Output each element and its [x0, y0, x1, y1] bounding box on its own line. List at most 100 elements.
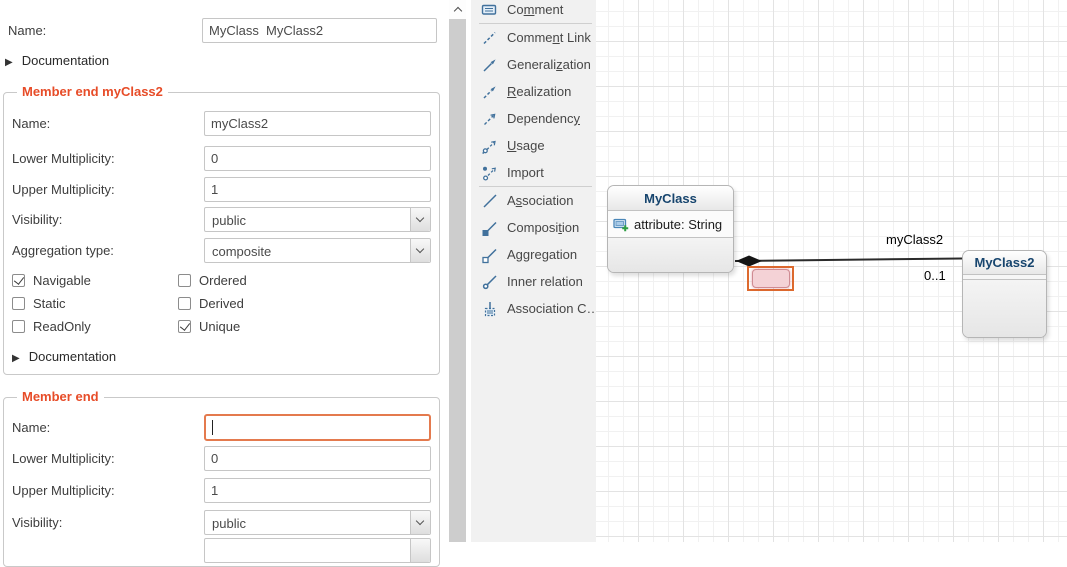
- dependency-icon: [481, 110, 499, 128]
- inner-relation-icon: [481, 273, 499, 291]
- diagram-canvas[interactable]: MyClass attribute: String MyClass2 myCla…: [596, 0, 1067, 542]
- dropdown-button[interactable]: [410, 208, 430, 231]
- scrollbar-thumb[interactable]: [449, 19, 466, 542]
- scroll-up-button[interactable]: [449, 0, 466, 19]
- triangle-right-icon: ▶: [5, 57, 13, 68]
- association-multiplicity-label[interactable]: 0..1: [924, 268, 946, 283]
- dropdown-button[interactable]: [410, 239, 430, 262]
- visibility-select[interactable]: public: [204, 207, 431, 232]
- palette-item-label: Usage: [507, 138, 545, 153]
- generalization-icon: [481, 56, 499, 74]
- documentation-toggle[interactable]: ▶ Documentation: [5, 53, 109, 68]
- operations-compartment: [608, 238, 733, 272]
- attribute-row[interactable]: attribute: String: [608, 211, 733, 238]
- add-attribute-icon: [613, 216, 630, 233]
- association-end-name-label[interactable]: myClass2: [886, 232, 943, 247]
- vertical-scrollbar[interactable]: [449, 0, 466, 542]
- name-label: Name:: [8, 23, 46, 38]
- checkbox-unchecked-icon[interactable]: [12, 297, 25, 310]
- palette-item-label: Import: [507, 165, 544, 180]
- palette-item-composition[interactable]: Composition: [471, 214, 596, 241]
- palette-item-label: Aggregation: [507, 247, 577, 262]
- checkbox-unchecked-icon[interactable]: [178, 274, 191, 287]
- composition-diamond: [736, 256, 762, 267]
- class-node-myclass2[interactable]: MyClass2: [962, 250, 1047, 338]
- palette-item-aggregation[interactable]: Aggregation: [471, 241, 596, 268]
- palette-item-association-c[interactable]: Association C…: [471, 295, 596, 322]
- palette-item-generalization[interactable]: Generalization: [471, 51, 596, 78]
- palette-item-usage[interactable]: Usage: [471, 132, 596, 159]
- palette-item-label: Comment: [507, 2, 563, 17]
- checkbox-readonly[interactable]: ReadOnly: [12, 319, 178, 333]
- checkbox-ordered[interactable]: Ordered: [178, 273, 247, 287]
- palette-item-dependency[interactable]: Dependency: [471, 105, 596, 132]
- palette-item-association[interactable]: Association: [471, 187, 596, 214]
- checkbox-grid: Navigable Ordered Static Derived ReadOnly Uni…: [12, 273, 247, 333]
- properties-panel: Name: ▶ Documentation Member end myClass2…: [0, 0, 449, 542]
- upper-multiplicity-input[interactable]: [204, 177, 431, 202]
- comment-icon: [481, 1, 499, 19]
- upper-multiplicity-label: Upper Multiplicity:: [12, 483, 115, 498]
- aggregation-icon: [481, 246, 499, 264]
- comment-link-icon: [481, 29, 499, 47]
- visibility-select[interactable]: public: [204, 510, 431, 535]
- checkbox-navigable[interactable]: Navigable: [12, 273, 178, 287]
- documentation-toggle[interactable]: ▶Documentation: [12, 349, 116, 364]
- class-title: MyClass: [608, 186, 733, 211]
- aggregation-type-label: Aggregation type:: [12, 243, 114, 258]
- checkbox-static[interactable]: Static: [12, 296, 178, 310]
- dropdown-button[interactable]: [410, 539, 430, 562]
- visibility-label: Visibility:: [12, 212, 62, 227]
- name-label: Name:: [12, 116, 50, 131]
- class-node-myclass[interactable]: MyClass attribute: String: [607, 185, 734, 273]
- checkbox-derived[interactable]: Derived: [178, 296, 247, 310]
- palette-item-label: Association: [507, 193, 573, 208]
- dropdown-button[interactable]: [410, 511, 430, 534]
- documentation-label: Documentation: [22, 53, 109, 68]
- palette-item-label: Dependency: [507, 111, 580, 126]
- palette-item-label: Realization: [507, 84, 571, 99]
- import-icon: [481, 164, 499, 182]
- chevron-down-icon: [416, 214, 424, 222]
- checkbox-label: ReadOnly: [33, 319, 91, 334]
- member-name-input[interactable]: [204, 111, 431, 136]
- palette-item-comment[interactable]: Comment: [471, 0, 596, 23]
- checkbox-label: Unique: [199, 319, 240, 334]
- name-input[interactable]: [202, 18, 437, 43]
- association-end-label-editor[interactable]: [752, 269, 790, 288]
- association-icon: [481, 192, 499, 210]
- palette-item-label: Association C…: [507, 301, 599, 316]
- class-title: MyClass2: [963, 251, 1046, 275]
- palette-item-inner-relation[interactable]: Inner relation: [471, 268, 596, 295]
- member-name-input-focused[interactable]: [204, 414, 431, 441]
- aggregation-type-select[interactable]: composite: [204, 238, 431, 263]
- checkbox-checked-icon[interactable]: [12, 274, 25, 287]
- checkbox-unique[interactable]: Unique: [178, 319, 247, 333]
- visibility-value: public: [212, 516, 246, 531]
- upper-multiplicity-input[interactable]: [204, 478, 431, 503]
- palette-item-label: Composition: [507, 220, 579, 235]
- palette-item-import[interactable]: Import: [471, 159, 596, 186]
- documentation-label: Documentation: [29, 349, 116, 364]
- checkbox-unchecked-icon[interactable]: [178, 297, 191, 310]
- checkbox-unchecked-icon[interactable]: [12, 320, 25, 333]
- attribute-label: attribute: String: [634, 217, 722, 232]
- chevron-up-icon: [453, 7, 461, 15]
- chevron-down-icon: [416, 245, 424, 253]
- palette-item-realization[interactable]: Realization: [471, 78, 596, 105]
- section-legend: Member end myClass2: [17, 84, 168, 99]
- section-legend: Member end: [17, 389, 104, 404]
- lower-multiplicity-input[interactable]: [204, 446, 431, 471]
- palette-item-label: Inner relation: [507, 274, 583, 289]
- operations-compartment: [963, 280, 1046, 337]
- checkbox-checked-icon[interactable]: [178, 320, 191, 333]
- composition-icon: [481, 219, 499, 237]
- visibility-value: public: [212, 213, 246, 228]
- name-label: Name:: [12, 420, 50, 435]
- checkbox-label: Derived: [199, 296, 244, 311]
- palette-item-comment-link[interactable]: Comment Link: [471, 24, 596, 51]
- tool-palette: Comment Comment LinkGeneralization Realiza…: [471, 0, 596, 542]
- checkbox-label: Ordered: [199, 273, 247, 288]
- lower-multiplicity-input[interactable]: [204, 146, 431, 171]
- upper-multiplicity-label: Upper Multiplicity:: [12, 182, 115, 197]
